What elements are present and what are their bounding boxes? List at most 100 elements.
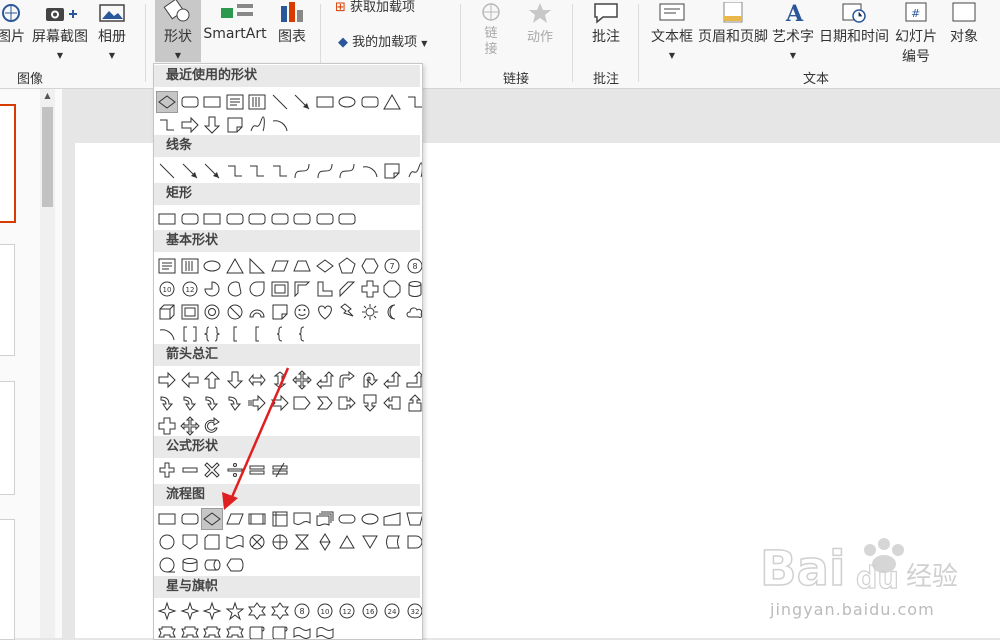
shape-dbrace-icon[interactable]	[202, 324, 222, 344]
shape-calloutL-icon[interactable]	[382, 393, 402, 413]
shape-elbow-icon[interactable]	[157, 115, 177, 135]
shape-plus-icon[interactable]	[157, 460, 177, 480]
shape-arc-icon[interactable]	[360, 161, 380, 181]
shape-rrect-icon[interactable]	[247, 209, 267, 229]
shape-chevron-icon[interactable]	[315, 393, 335, 413]
smartart-button[interactable]: SmartArt	[203, 2, 267, 42]
shape-num-10-icon[interactable]: 10	[157, 279, 177, 299]
shape-elbow-icon[interactable]	[405, 92, 423, 112]
shape-bevel-icon[interactable]	[180, 302, 200, 322]
shape-times-icon[interactable]	[202, 460, 222, 480]
shape-elbow-icon[interactable]	[270, 161, 290, 181]
shape-foldedcorner-icon[interactable]	[225, 115, 245, 135]
shape-nosymbol-icon[interactable]	[225, 302, 245, 322]
scroll-up-arrow[interactable]: ▲	[40, 89, 55, 103]
shape-directAccess-icon[interactable]	[202, 555, 222, 575]
shape-star6-icon[interactable]	[270, 601, 290, 621]
shape-ellipse-icon[interactable]	[337, 92, 357, 112]
chart-button[interactable]: 图表	[272, 2, 312, 46]
shape-num-8-icon[interactable]: 8	[292, 601, 312, 621]
link-button[interactable]: 链接	[476, 2, 506, 58]
shape-vtextbox-icon[interactable]	[247, 92, 267, 112]
shape-num-10-icon[interactable]: 10	[315, 601, 335, 621]
slide-number-button[interactable]: # 幻灯片 编号	[892, 2, 940, 66]
shape-rrect-icon[interactable]	[292, 209, 312, 229]
shape-wave-icon[interactable]	[315, 623, 335, 639]
shape-foldedcorner-icon[interactable]	[270, 302, 290, 322]
shape-dataP-icon[interactable]	[225, 509, 245, 529]
shape-octagon-icon[interactable]	[382, 279, 402, 299]
shape-scribble-icon[interactable]	[247, 115, 267, 135]
shape-equal-icon[interactable]	[247, 460, 267, 480]
shape-halfframe-icon[interactable]	[292, 279, 312, 299]
textbox-button[interactable]: 文本框 ▼	[648, 2, 696, 62]
shape-delay-icon[interactable]	[405, 532, 423, 552]
shape-rect-icon[interactable]	[202, 209, 222, 229]
shape-lshape-icon[interactable]	[315, 279, 335, 299]
shape-punchTape-icon[interactable]	[225, 532, 245, 552]
shape-arrowline-icon[interactable]	[292, 92, 312, 112]
shape-rrect-icon[interactable]	[180, 209, 200, 229]
shape-hexagon-icon[interactable]	[360, 256, 380, 276]
shapes-button[interactable]: 形状 ▼	[155, 0, 201, 62]
shape-cube-icon[interactable]	[157, 302, 177, 322]
shape-vtextbox-icon[interactable]	[180, 256, 200, 276]
shape-rrect-icon[interactable]	[270, 209, 290, 229]
shape-seqAccess-icon[interactable]	[157, 555, 177, 575]
shape-sumJunction-icon[interactable]	[247, 532, 267, 552]
shape-chord-icon[interactable]	[225, 279, 245, 299]
shape-diamond-icon[interactable]	[315, 256, 335, 276]
shape-num-24-icon[interactable]: 24	[382, 601, 402, 621]
shape-donut-icon[interactable]	[202, 302, 222, 322]
shape-dbracket-icon[interactable]	[180, 324, 200, 344]
shape-diagstripe-icon[interactable]	[337, 279, 357, 299]
shape-orShape-icon[interactable]	[270, 532, 290, 552]
shape-manualOp-icon[interactable]	[405, 509, 422, 529]
slide-thumbnail-1[interactable]	[0, 104, 16, 223]
slide-thumbnail-3[interactable]	[0, 381, 15, 495]
shape-heart-icon[interactable]	[315, 302, 335, 322]
shape-storedData-icon[interactable]	[382, 532, 402, 552]
thumbnail-scrollbar[interactable]: ▲	[40, 89, 55, 638]
shape-rect-icon[interactable]	[315, 92, 335, 112]
shape-star4-icon[interactable]	[157, 601, 177, 621]
scroll-thumb[interactable]	[42, 107, 53, 207]
shape-terminator-icon[interactable]	[337, 509, 357, 529]
shape-num-12-icon[interactable]: 12	[337, 601, 357, 621]
shape-brace-icon[interactable]	[292, 324, 312, 344]
shape-num-8-icon[interactable]: 8	[405, 256, 422, 276]
shape-wave-icon[interactable]	[292, 623, 312, 639]
shape-rrect-icon[interactable]	[360, 92, 380, 112]
shape-num-16-icon[interactable]: 16	[360, 601, 380, 621]
action-button[interactable]: 动作	[520, 2, 560, 45]
shape-foldedcorner-icon[interactable]	[382, 161, 402, 181]
shape-multidoc-icon[interactable]	[315, 509, 335, 529]
shape-rrect-icon[interactable]	[225, 209, 245, 229]
shape-triangle-icon[interactable]	[382, 92, 402, 112]
shape-bentarrow-icon[interactable]	[337, 370, 357, 390]
datetime-button[interactable]: 日期和时间	[818, 2, 890, 46]
shape-arrowD-icon[interactable]	[202, 115, 222, 135]
shape-ribbon-icon[interactable]	[157, 623, 177, 639]
shape-arrowline-icon[interactable]	[202, 161, 222, 181]
shape-extract-icon[interactable]	[337, 532, 357, 552]
shape-calloutU-icon[interactable]	[405, 393, 423, 413]
shape-rect-icon[interactable]	[157, 209, 177, 229]
shape-sort-icon[interactable]	[315, 532, 335, 552]
shape-arrowL-icon[interactable]	[180, 370, 200, 390]
shape-arrowD-icon[interactable]	[225, 370, 245, 390]
shape-cross-icon[interactable]	[157, 416, 177, 436]
shape-curve-icon[interactable]	[337, 161, 357, 181]
shape-card-icon[interactable]	[202, 532, 222, 552]
shape-parallelogram-icon[interactable]	[270, 256, 290, 276]
shape-calloutD-icon[interactable]	[360, 393, 380, 413]
wordart-button[interactable]: A 艺术字 ▼	[771, 2, 815, 62]
shape-display-icon[interactable]	[225, 555, 245, 575]
shape-arrowR-icon[interactable]	[180, 115, 200, 135]
shape-rect-icon[interactable]	[157, 509, 177, 529]
get-addins-button[interactable]: ⊞ 获取加载项	[335, 0, 445, 15]
shape-notequal-icon[interactable]	[270, 460, 290, 480]
shape-sun-icon[interactable]	[360, 302, 380, 322]
shape-bracket-icon[interactable]	[247, 324, 267, 344]
shape-ribbon-icon[interactable]	[202, 623, 222, 639]
